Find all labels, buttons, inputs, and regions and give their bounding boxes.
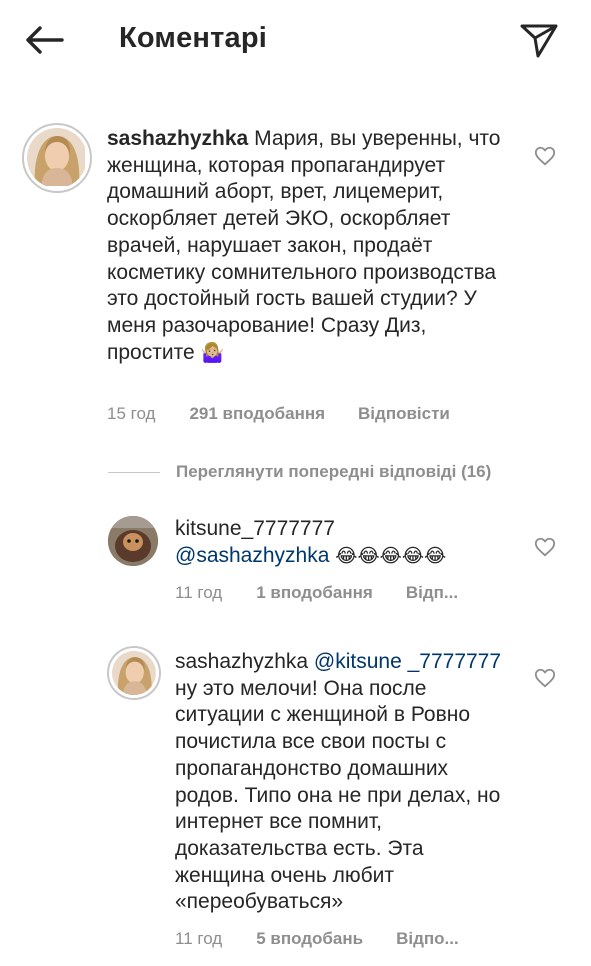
reply-body: kitsune_7777777 @sashazhyzhka 😂😂😂😂😂 <box>175 516 515 570</box>
mention-link[interactable]: @kitsune _7777777 <box>314 650 501 673</box>
reply-username[interactable]: sashazhyzhka <box>175 650 308 673</box>
avatar[interactable] <box>108 516 158 566</box>
divider-line <box>108 471 160 473</box>
reply-button[interactable]: Відповісти <box>358 404 450 424</box>
reply-time: 11 год <box>175 929 223 948</box>
mention-link[interactable]: @sashazhyzhka <box>175 544 329 567</box>
like-heart-icon[interactable] <box>534 667 556 689</box>
laughing-emoji: 😂😂😂😂😂 <box>335 545 447 567</box>
back-button[interactable] <box>24 22 68 58</box>
like-heart-icon[interactable] <box>534 145 556 167</box>
comment-text: Мария, вы уверенны, что женщина, которая… <box>107 127 501 364</box>
comment-username[interactable]: sashazhyzhka <box>107 127 248 150</box>
avatar-photo <box>112 651 156 695</box>
reply-body: sashazhyzhka @kitsune _7777777 ну это ме… <box>175 649 515 916</box>
comment-meta: 15 год 291 вподобання Відповісти <box>107 404 450 424</box>
like-heart-icon[interactable] <box>534 536 556 558</box>
reply-meta: 11 год 1 вподобання Відп... <box>175 583 458 603</box>
page-title: Коментарі <box>119 22 268 54</box>
avatar[interactable] <box>22 123 92 193</box>
arrow-left-icon <box>26 26 64 54</box>
reply-username[interactable]: kitsune_7777777 <box>175 517 335 540</box>
comment-body: sashazhyzhka Мария, вы уверенны, что жен… <box>107 126 517 367</box>
view-replies-label: Переглянути попередні відповіді (16) <box>176 462 492 481</box>
reply-text: ну это мелочи! Она после ситуации с женщ… <box>175 676 501 914</box>
share-button[interactable] <box>518 18 562 62</box>
reply-time: 11 год <box>175 583 223 602</box>
comment-time: 15 год <box>107 404 156 423</box>
avatar-photo <box>108 516 158 566</box>
view-previous-replies[interactable]: Переглянути попередні відповіді (16) <box>108 460 491 484</box>
reply-likes[interactable]: 5 вподобань <box>256 929 363 949</box>
reply-button[interactable]: Відп... <box>406 583 458 603</box>
reply-button[interactable]: Відпо... <box>396 929 459 949</box>
shrug-emoji: 🤷🏼‍♀️ <box>200 342 225 364</box>
avatar[interactable] <box>107 646 161 700</box>
avatar-photo <box>27 128 87 188</box>
reply-meta: 11 год 5 вподобань Відпо... <box>175 929 459 949</box>
paper-plane-icon <box>520 24 558 58</box>
comment-likes[interactable]: 291 вподобання <box>189 404 325 424</box>
reply-likes[interactable]: 1 вподобання <box>256 583 373 603</box>
top-bar: Коментарі <box>0 0 591 80</box>
